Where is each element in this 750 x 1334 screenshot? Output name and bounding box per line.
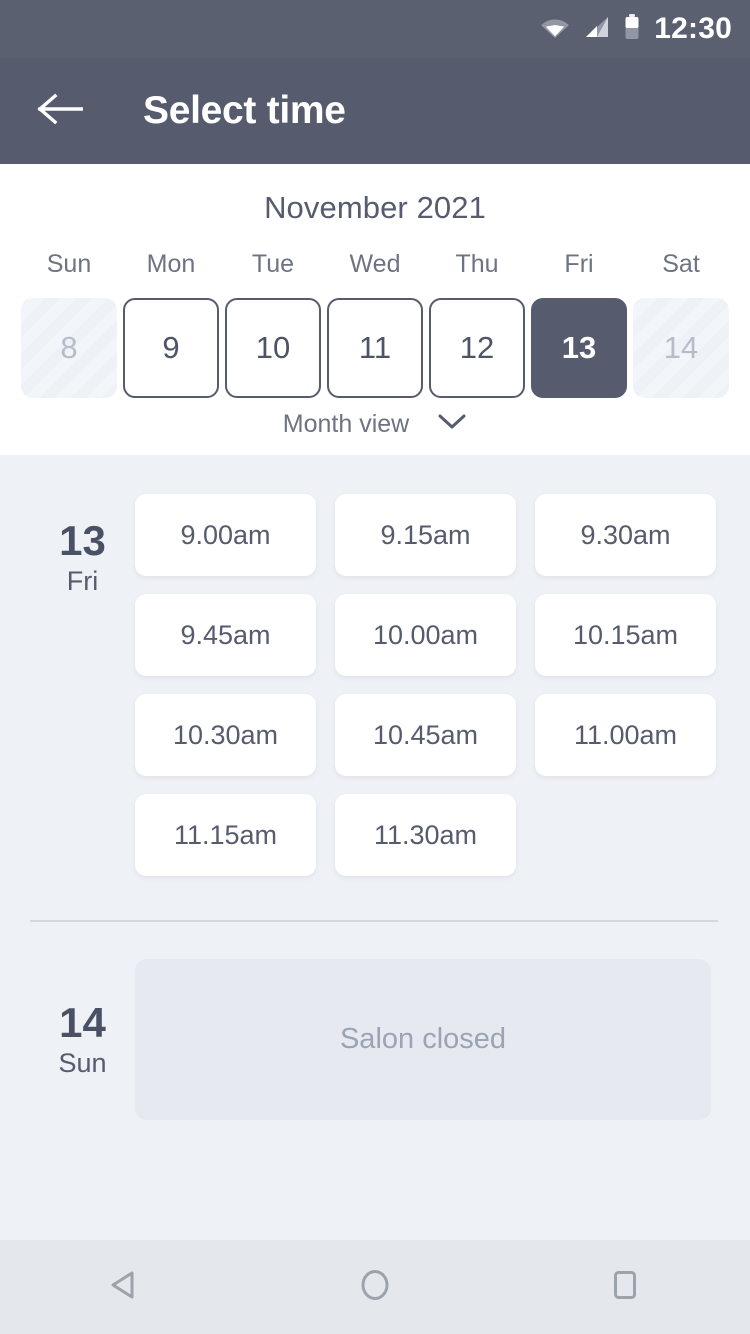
schedule-list: 13 Fri 9.00am 9.15am 9.30am 9.45am 10.00… [0, 455, 750, 1240]
status-bar: 12:30 [0, 0, 750, 58]
home-circle-icon [356, 1266, 394, 1309]
time-slot-grid: 9.00am 9.15am 9.30am 9.45am 10.00am 10.1… [135, 473, 750, 876]
page-title: Select time [143, 89, 346, 132]
time-slot[interactable]: 10.15am [535, 594, 716, 676]
day-cell-wrap: 10 [222, 296, 324, 400]
time-slot[interactable]: 10.30am [135, 694, 316, 776]
calendar-day-label: 8 [60, 330, 78, 365]
nav-back-button[interactable] [65, 1240, 185, 1334]
calendar-day-8: 8 [21, 298, 117, 398]
calendar-day-14: 14 [633, 298, 729, 398]
battery-icon [624, 13, 640, 45]
back-arrow-icon [37, 92, 84, 131]
chevron-down-icon [437, 413, 467, 436]
schedule-day-label: 13 Fri [30, 473, 135, 597]
schedule-day-weekday: Fri [66, 566, 99, 597]
day-cell-wrap: 9 [120, 296, 222, 400]
recents-square-icon [606, 1266, 644, 1309]
calendar-day-9[interactable]: 9 [123, 298, 219, 398]
day-cell-wrap: 12 [426, 296, 528, 400]
salon-closed-label: Salon closed [339, 1023, 507, 1055]
schedule-day-14: 14 Sun Salon closed [0, 922, 750, 1120]
calendar-day-13-selected[interactable]: 13 [531, 298, 627, 398]
weekday-header-fri: Fri [564, 250, 594, 278]
calendar-day-12[interactable]: 12 [429, 298, 525, 398]
app-screen: 12:30 Select time November 2021 Sun Mon … [0, 0, 750, 1334]
day-cell-wrap: 14 [630, 296, 732, 400]
time-slot[interactable]: 9.00am [135, 494, 316, 576]
calendar-day-label: 10 [255, 330, 291, 365]
weekday-header-thu: Thu [455, 250, 499, 278]
month-view-toggle[interactable]: Month view [0, 410, 750, 439]
time-slot[interactable]: 11.30am [335, 794, 516, 876]
schedule-day-number: 13 [59, 517, 106, 564]
calendar-month-title: November 2021 [264, 190, 486, 225]
time-slot[interactable]: 10.45am [335, 694, 516, 776]
salon-closed-card: Salon closed [135, 959, 711, 1120]
day-cell-wrap: 8 [18, 296, 120, 400]
weekday-header-sat: Sat [662, 250, 700, 278]
month-view-label: Month view [282, 410, 410, 438]
weekday-header-wed: Wed [349, 250, 401, 278]
calendar-day-label: 9 [162, 330, 180, 365]
time-slot[interactable]: 9.45am [135, 594, 316, 676]
calendar-day-label: 12 [459, 330, 495, 365]
weekday-header-sun: Sun [46, 250, 92, 278]
weekday-header-tue: Tue [251, 250, 295, 278]
time-slot[interactable]: 11.00am [535, 694, 716, 776]
day-cell-wrap: 13 [528, 296, 630, 400]
cellular-signal-icon [584, 15, 610, 44]
calendar-day-label: 14 [663, 330, 699, 365]
schedule-day-weekday: Sun [58, 1048, 107, 1079]
calendar-day-label: 13 [561, 330, 597, 365]
schedule-day-number: 14 [59, 999, 106, 1046]
nav-recents-button[interactable] [565, 1240, 685, 1334]
time-slot[interactable]: 9.30am [535, 494, 716, 576]
weekday-header-mon: Mon [146, 250, 196, 278]
nav-home-button[interactable] [315, 1240, 435, 1334]
status-bar-clock: 12:30 [654, 12, 732, 45]
wifi-icon [540, 15, 570, 44]
android-nav-bar [0, 1240, 750, 1334]
back-button[interactable] [34, 85, 86, 137]
calendar-weekday-row: Sun Mon Tue Wed Thu Fri Sat [0, 250, 750, 296]
time-slot[interactable]: 11.15am [135, 794, 316, 876]
calendar-day-label: 11 [358, 330, 392, 365]
calendar-day-11[interactable]: 11 [327, 298, 423, 398]
app-bar: Select time [0, 58, 750, 164]
calendar-panel: November 2021 Sun Mon Tue Wed Thu Fri Sa… [0, 164, 750, 455]
day-cell-wrap: 11 [324, 296, 426, 400]
back-triangle-icon [106, 1266, 144, 1309]
time-slot[interactable]: 10.00am [335, 594, 516, 676]
calendar-day-10[interactable]: 10 [225, 298, 321, 398]
schedule-day-13: 13 Fri 9.00am 9.15am 9.30am 9.45am 10.00… [0, 473, 750, 876]
calendar-day-row: 8 9 10 11 12 13 14 [0, 296, 750, 400]
schedule-day-label: 14 Sun [30, 959, 135, 1079]
time-slot[interactable]: 9.15am [335, 494, 516, 576]
status-bar-icons [540, 13, 640, 45]
